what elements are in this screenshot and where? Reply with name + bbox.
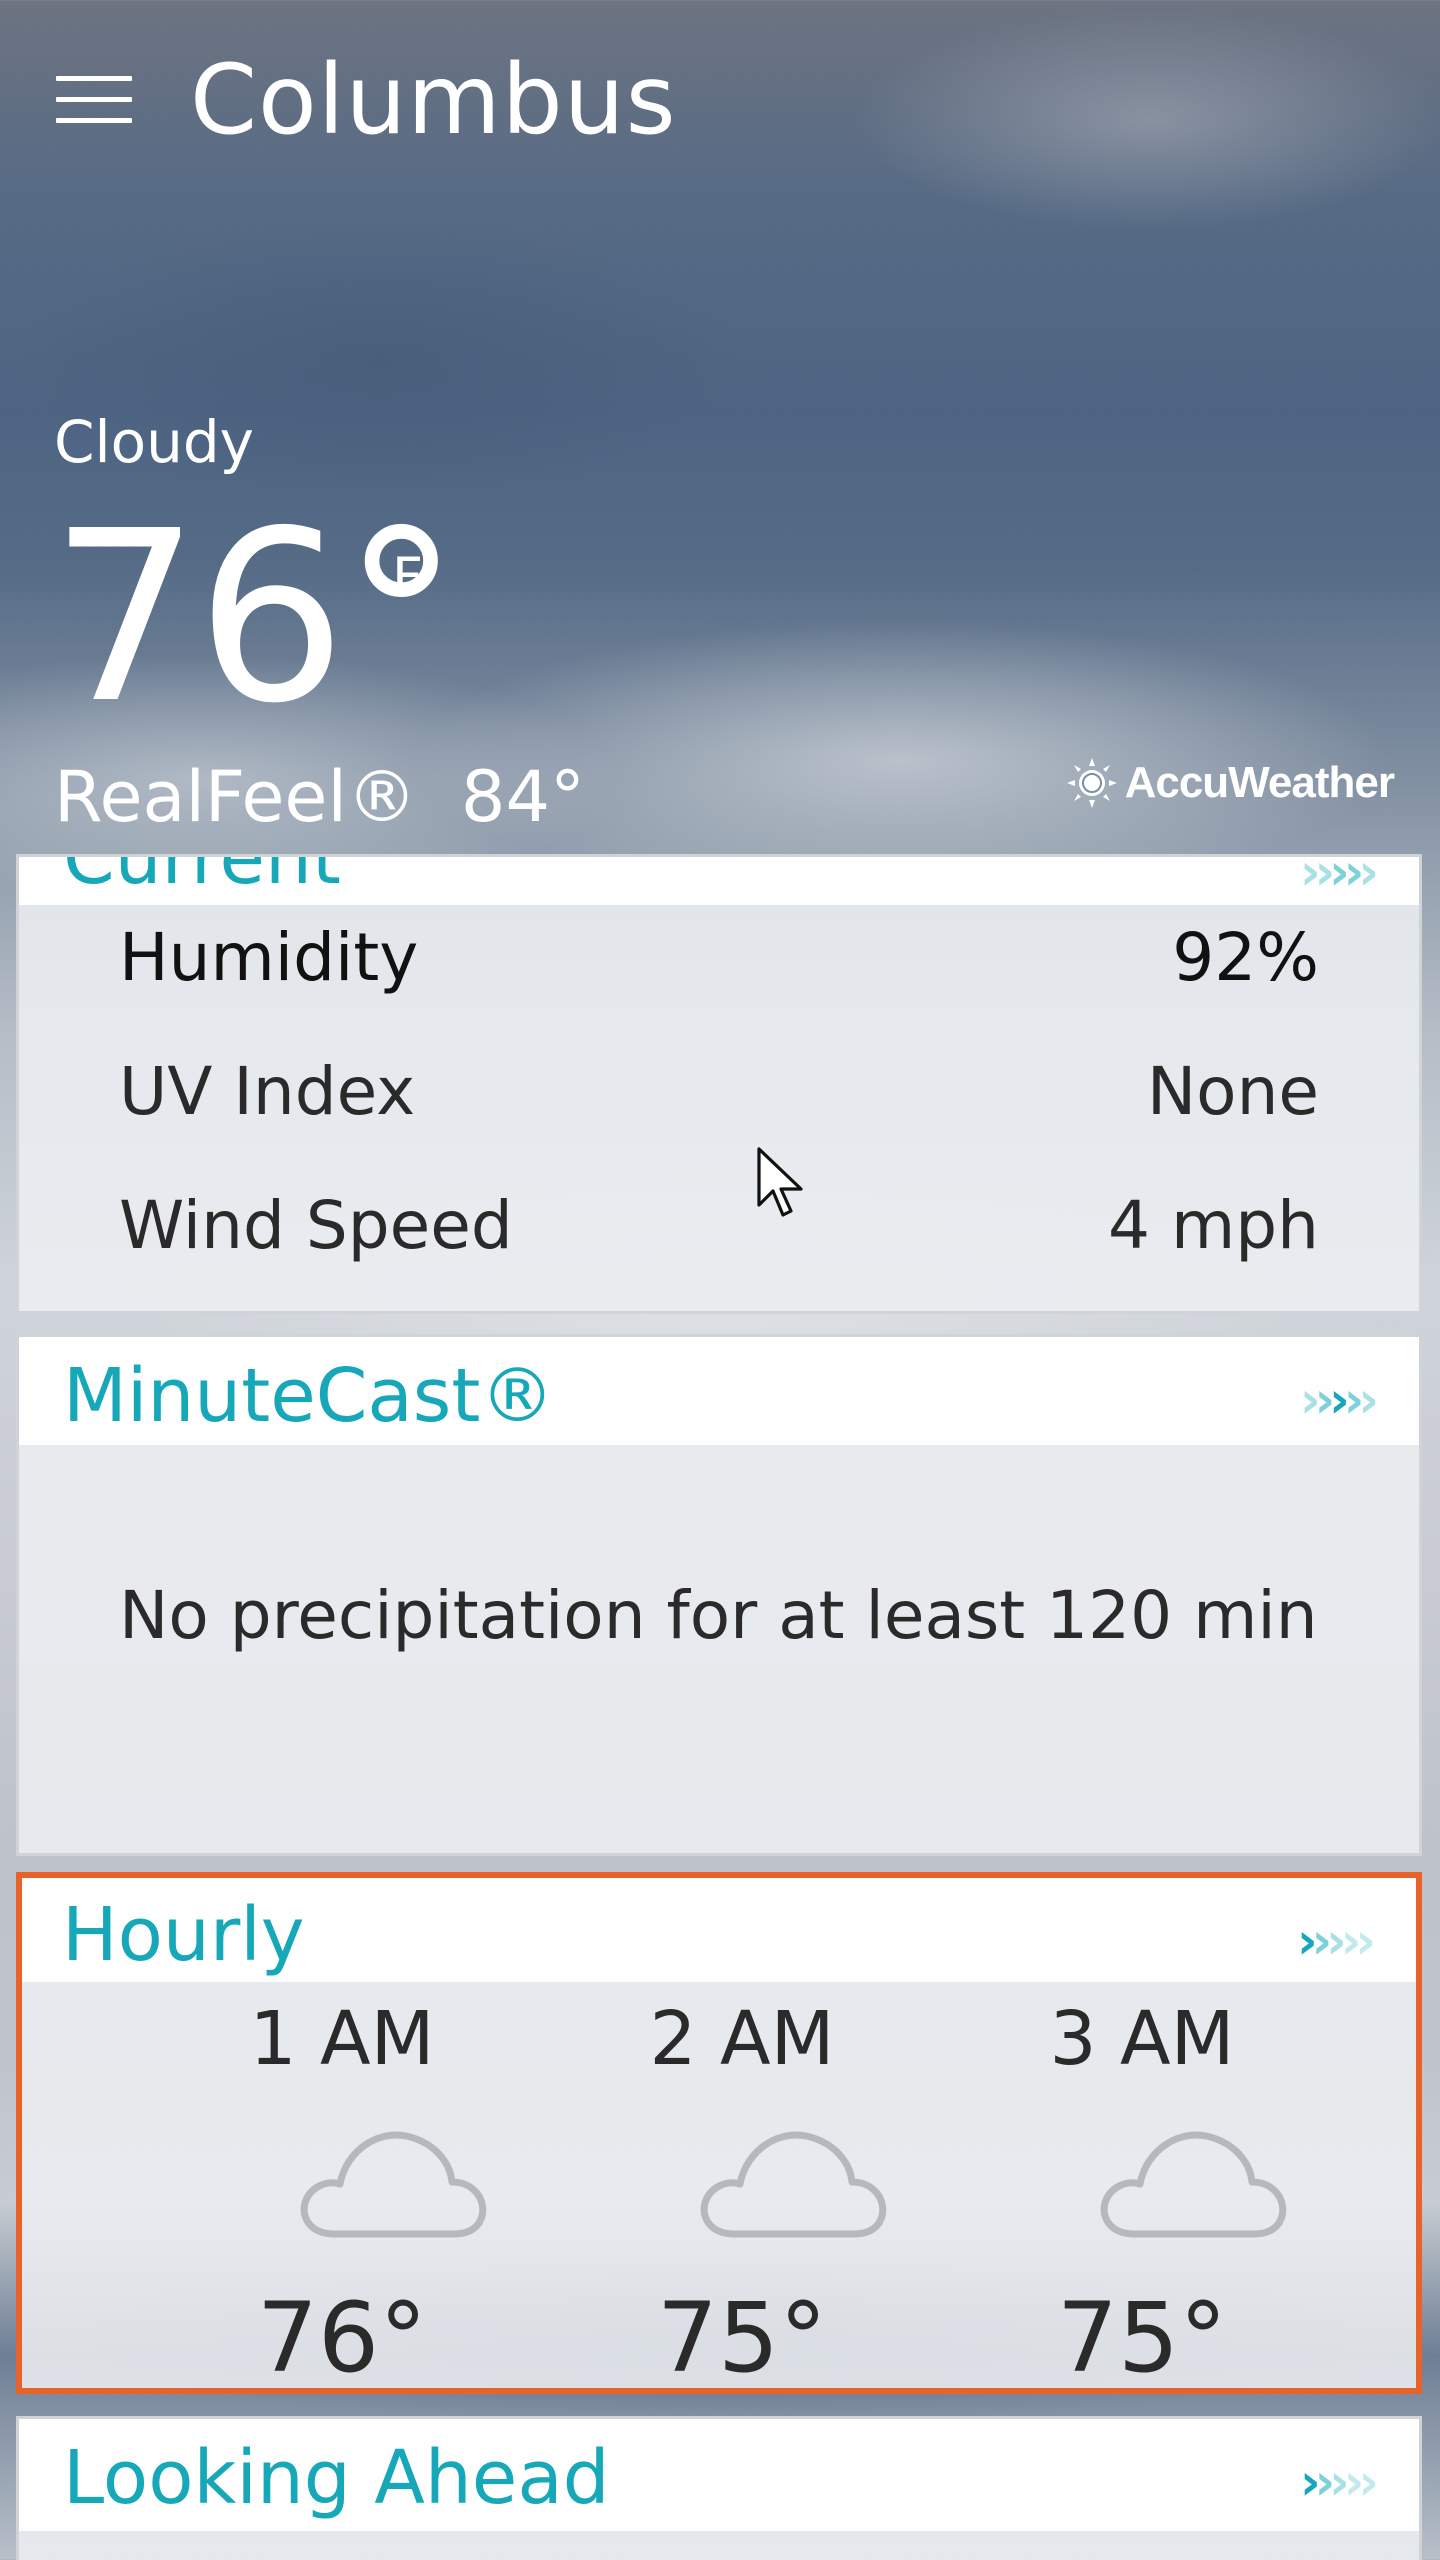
hamburger-menu-icon[interactable]	[52, 72, 136, 128]
minutecast-message: No precipitation for at least 120 min	[119, 1577, 1318, 1654]
current-card-header[interactable]: Current › › › › ›	[19, 857, 1419, 905]
looking-ahead-card[interactable]: Looking Ahead › › › › ›	[16, 2416, 1422, 2560]
wind-speed-row: Wind Speed 4 mph	[119, 1187, 1319, 1267]
humidity-label: Humidity	[119, 919, 419, 996]
realfeel: RealFeel® 84°	[54, 756, 585, 838]
wind-speed-label: Wind Speed	[119, 1187, 513, 1264]
minutecast-card-header[interactable]: MinuteCast® › › › › ›	[19, 1337, 1419, 1445]
cloud-icon	[700, 2131, 887, 2238]
current-card[interactable]: Current › › › › › Humidity 92% UV Index None…	[16, 854, 1422, 1314]
chevrons-icon: › › › › ›	[1296, 1912, 1376, 1970]
hour-time: 1 AM	[249, 1996, 435, 2082]
hour-time: 3 AM	[1049, 1996, 1235, 2082]
chevrons-icon: › › › › ›	[1299, 1371, 1379, 1429]
chevrons-icon: › › › › ›	[1299, 2453, 1379, 2511]
mouse-cursor-icon	[757, 1147, 803, 1217]
realfeel-label: RealFeel®	[54, 756, 417, 838]
sun-icon	[1066, 758, 1117, 808]
accuweather-logo: AccuWeather	[1066, 758, 1395, 808]
accuweather-wordmark: AccuWeather	[1124, 758, 1395, 807]
realfeel-value: 84°	[460, 756, 585, 838]
chevrons-icon: › › › › ›	[1299, 857, 1379, 901]
hour-temperature: 75°	[656, 2282, 828, 2394]
app-header: Columbus	[0, 0, 1440, 200]
current-card-title: Current	[63, 857, 341, 901]
humidity-row: Humidity 92%	[119, 919, 1319, 999]
cloud-icon	[1100, 2131, 1287, 2238]
minutecast-card[interactable]: MinuteCast® › › › › › No precipitation for a…	[16, 1334, 1422, 1856]
city-title: Columbus	[190, 44, 677, 156]
hourly-card-title: Hourly	[62, 1892, 305, 1978]
humidity-value: 92%	[1172, 919, 1319, 996]
condition-text: Cloudy	[54, 408, 254, 476]
uv-index-row: UV Index None	[119, 1053, 1319, 1133]
uv-index-label: UV Index	[119, 1053, 416, 1130]
current-temperature: 76°	[50, 480, 460, 755]
temperature-unit: F	[392, 546, 424, 609]
hour-time: 2 AM	[649, 1996, 835, 2082]
uv-index-value: None	[1146, 1053, 1319, 1130]
hourly-card-header[interactable]: Hourly › › › › ›	[22, 1878, 1416, 1982]
minutecast-card-title: MinuteCast®	[63, 1353, 555, 1439]
hourly-card[interactable]: Hourly › › › › › 1 AM 76° 2 AM 75° 3 AM 75°	[16, 1872, 1422, 2394]
hour-temperature: 75°	[1056, 2282, 1228, 2394]
cloud-icon	[300, 2131, 487, 2238]
looking-ahead-card-title: Looking Ahead	[63, 2435, 610, 2521]
wind-speed-value: 4 mph	[1108, 1187, 1319, 1264]
hour-temperature: 76°	[256, 2282, 428, 2394]
looking-ahead-card-header[interactable]: Looking Ahead › › › › ›	[19, 2419, 1419, 2531]
